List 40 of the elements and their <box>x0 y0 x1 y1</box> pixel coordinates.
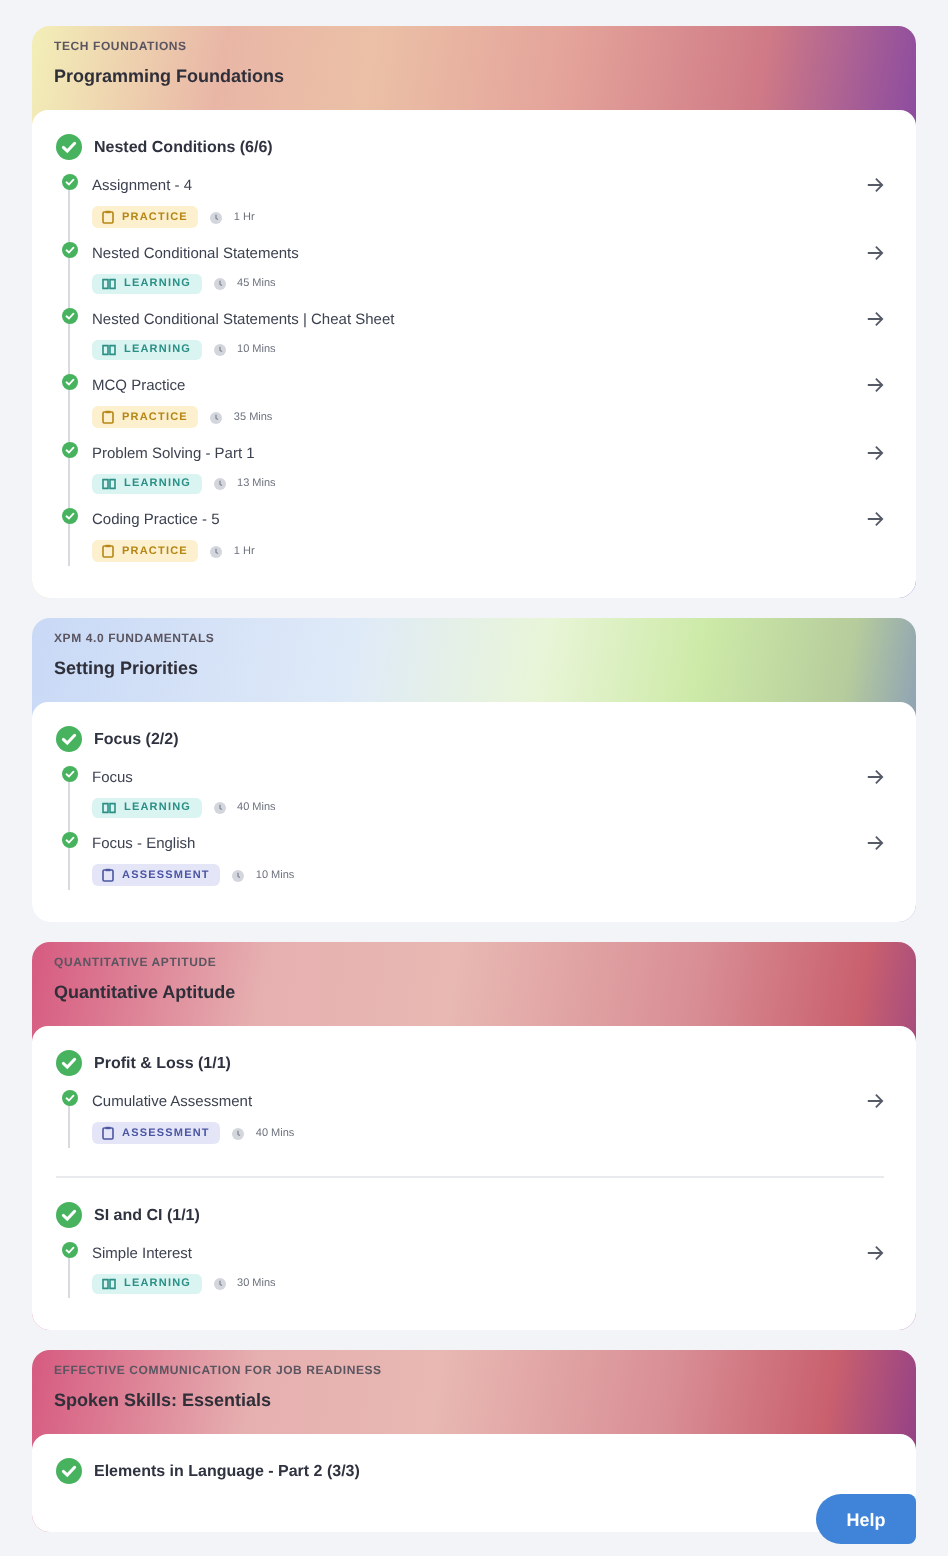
module-title: Profit & Loss (1/1) <box>94 1054 231 1072</box>
course-title: Programming Foundations <box>54 66 285 86</box>
help-button[interactable]: Help <box>816 1494 916 1544</box>
clipboard-icon <box>102 544 114 558</box>
arrow-right-icon[interactable] <box>866 444 884 462</box>
module-title: SI and CI (1/1) <box>94 1206 200 1224</box>
clock-icon <box>209 411 222 423</box>
arrow-right-icon[interactable] <box>866 768 884 786</box>
clock-icon <box>231 1127 244 1139</box>
clock-icon <box>231 869 244 881</box>
arrow-right-icon[interactable] <box>866 510 884 528</box>
clock-icon <box>213 802 226 814</box>
course-title: Quantitative Aptitude <box>54 982 236 1002</box>
module-title: Nested Conditions (6/6) <box>94 138 273 156</box>
clock-icon <box>213 278 226 290</box>
course-title: Spoken Skills: Essentials <box>54 1390 272 1410</box>
clipboard-icon <box>102 868 114 882</box>
clipboard-icon <box>102 1126 114 1140</box>
arrow-right-icon[interactable] <box>866 244 884 262</box>
book-icon <box>102 478 116 490</box>
book-icon <box>102 278 116 290</box>
arrow-right-icon[interactable] <box>866 376 884 394</box>
book-icon <box>102 344 116 356</box>
book-icon <box>102 802 116 814</box>
clock-icon <box>209 211 222 223</box>
arrow-right-icon[interactable] <box>866 1244 884 1262</box>
clipboard-icon <box>102 410 114 424</box>
arrow-right-icon[interactable] <box>866 176 884 194</box>
course-title: Setting Priorities <box>54 658 199 678</box>
arrow-right-icon[interactable] <box>866 310 884 328</box>
clock-icon <box>213 478 226 490</box>
clock-icon <box>213 344 226 356</box>
module-title: Focus (2/2) <box>94 730 179 748</box>
book-icon <box>102 1278 116 1290</box>
arrow-right-icon[interactable] <box>866 1092 884 1110</box>
clock-icon <box>213 1278 226 1290</box>
arrow-right-icon[interactable] <box>866 834 884 852</box>
clipboard-icon <box>102 210 114 224</box>
clock-icon <box>209 545 222 557</box>
module-title: Elements in Language - Part 2 (3/3) <box>94 1462 360 1480</box>
